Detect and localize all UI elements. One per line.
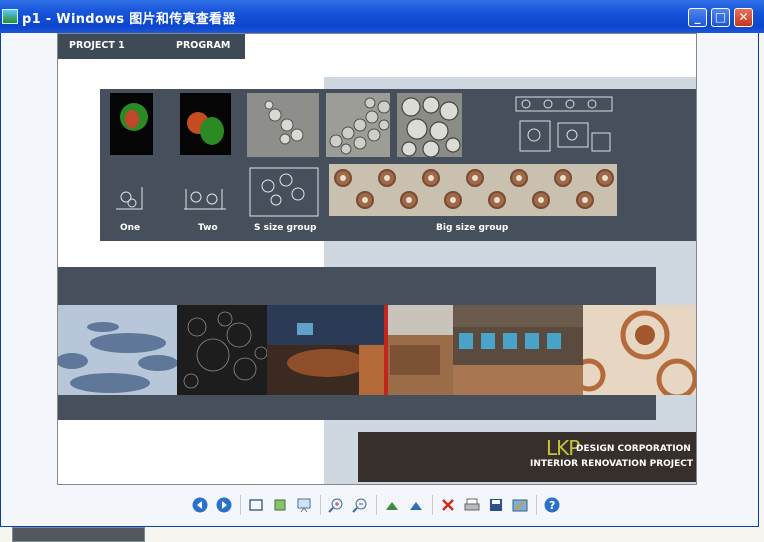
- logo-line-2: INTERIOR RENOVATION PROJECT: [530, 459, 694, 469]
- label-s-size-group: S size group: [254, 223, 317, 233]
- app-icon: [2, 9, 18, 24]
- sketch-two: [182, 181, 228, 215]
- big-group-pattern: [329, 164, 617, 216]
- delete-icon[interactable]: [439, 496, 456, 513]
- label-one: One: [120, 223, 141, 233]
- wall-pattern-photo: [572, 305, 696, 400]
- slideshow-icon[interactable]: [295, 496, 312, 513]
- label-two: Two: [198, 223, 218, 233]
- project-label: PROJECT 1: [69, 40, 125, 51]
- program-label: PROGRAM: [176, 40, 231, 51]
- slide-header: PROJECT 1 PROGRAM: [58, 34, 245, 59]
- cell-micrograph-large: [397, 93, 462, 158]
- maximize-button[interactable]: □: [711, 8, 730, 27]
- prev-image-icon[interactable]: [191, 496, 208, 513]
- cell-micrograph-small: [247, 93, 319, 157]
- company-logo-block: LKP DESIGN CORPORATION INTERIOR RENOVATI…: [358, 432, 696, 482]
- window-title: p1 - Windows 图片和传真查看器: [22, 12, 236, 27]
- lkp-logo: LKP: [546, 436, 580, 460]
- sketch-s-group: [246, 164, 322, 220]
- save-icon[interactable]: [487, 496, 504, 513]
- viewer-toolbar: ?: [185, 492, 570, 518]
- help-icon[interactable]: ?: [543, 496, 560, 513]
- cell-photo-two: [180, 93, 231, 155]
- title-bar[interactable]: p1 - Windows 图片和传真查看器 _ □ ✕: [0, 0, 764, 33]
- logo-line-1: DESIGN CORPORATION: [576, 444, 691, 454]
- office-photo-3: [453, 305, 583, 395]
- svg-text:?: ?: [549, 499, 555, 512]
- close-button[interactable]: ✕: [734, 8, 753, 27]
- zoom-out-icon[interactable]: [351, 496, 368, 513]
- taskbar-thumbnail[interactable]: [12, 527, 145, 542]
- sketch-one: [112, 181, 146, 215]
- image-viewport[interactable]: PROJECT 1 PROGRAM One Two S size group B…: [57, 33, 697, 485]
- cell-diagram-panel: One Two S size group Big size group: [100, 89, 696, 241]
- office-photo-1: [267, 305, 384, 395]
- rotate-clockwise-icon[interactable]: [383, 496, 400, 513]
- cell-micrograph-dense: [326, 93, 391, 157]
- office-photo-2: [384, 305, 453, 395]
- cell-photo-one: [110, 93, 153, 155]
- actual-size-icon[interactable]: [271, 496, 288, 513]
- rotate-counterclockwise-icon[interactable]: [407, 496, 424, 513]
- edit-icon[interactable]: [511, 496, 528, 513]
- next-image-icon[interactable]: [215, 496, 232, 513]
- carpet-pattern-photo: [58, 305, 178, 395]
- floorplan-sketch: [514, 93, 614, 155]
- print-icon[interactable]: [463, 496, 480, 513]
- circle-plan-drawing: [177, 305, 268, 395]
- zoom-in-icon[interactable]: [327, 496, 344, 513]
- label-big-size-group: Big size group: [436, 223, 509, 233]
- best-fit-icon[interactable]: [247, 496, 264, 513]
- minimize-button[interactable]: _: [688, 8, 707, 27]
